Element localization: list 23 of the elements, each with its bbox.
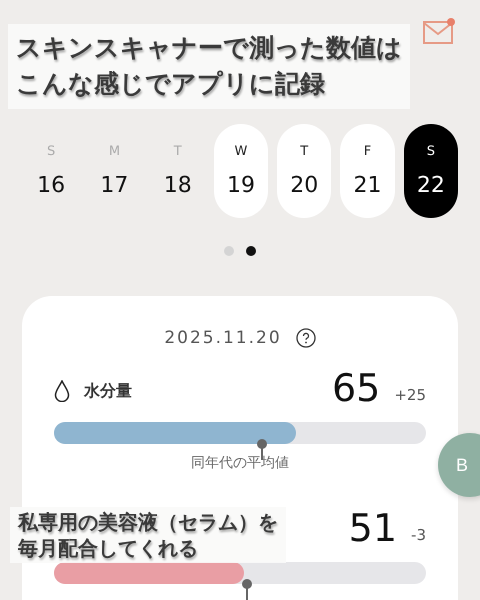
day-pill[interactable]: S 16 bbox=[24, 124, 78, 218]
day-pill[interactable]: M 17 bbox=[87, 124, 142, 218]
day-pill[interactable]: W 19 bbox=[214, 124, 268, 218]
metric-value: 65 bbox=[332, 366, 380, 410]
day-pill[interactable]: F 21 bbox=[340, 124, 395, 218]
caption-line: こんな感じでアプリに記録 bbox=[16, 68, 326, 100]
page-dot[interactable] bbox=[246, 246, 256, 256]
record-date: 2025.11.20 bbox=[164, 328, 282, 348]
caption-line: 毎月配合してくれる bbox=[18, 535, 199, 561]
caption-line: スキンスキャナーで測った数値は bbox=[16, 32, 402, 64]
metric-value: 51 bbox=[348, 506, 398, 550]
page-dot[interactable] bbox=[224, 246, 234, 256]
day-pill[interactable]: S 22 bbox=[404, 124, 458, 218]
day-pill[interactable]: T 20 bbox=[277, 124, 332, 218]
metric-label: 水分量 bbox=[84, 381, 132, 402]
day-pill[interactable]: T 18 bbox=[150, 124, 205, 218]
caption-line: 私専用の美容液（セラム）を bbox=[18, 509, 278, 535]
average-label: 同年代の平均値 bbox=[191, 455, 289, 471]
metric-delta: +25 bbox=[394, 386, 426, 404]
water-drop-icon bbox=[54, 380, 70, 402]
help-icon[interactable] bbox=[296, 328, 316, 348]
average-marker bbox=[241, 578, 254, 600]
metric-delta: -3 bbox=[411, 526, 426, 544]
